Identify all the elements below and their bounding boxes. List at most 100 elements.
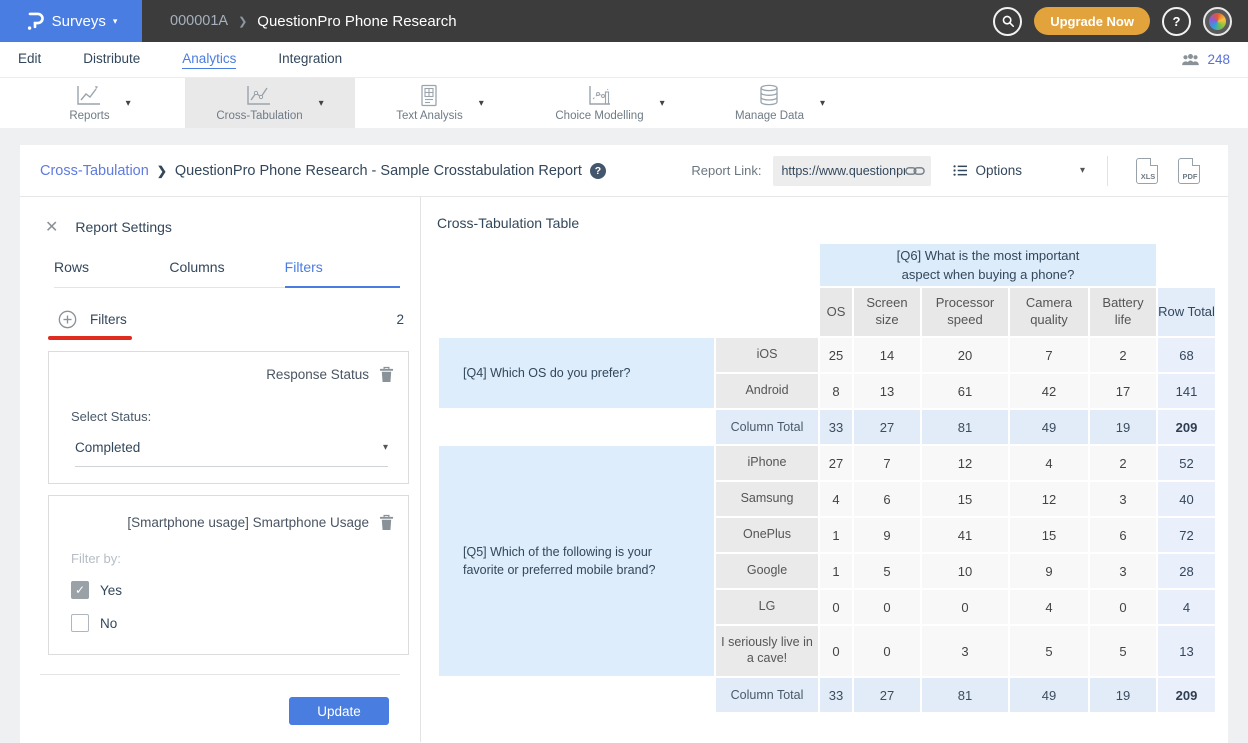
export-pdf-button[interactable]: PDF xyxy=(1178,158,1200,184)
column-header-cell: Processor speed xyxy=(922,288,1008,336)
column-header-cell: Battery life xyxy=(1090,288,1156,336)
line-chart-icon xyxy=(74,84,104,108)
chevron-down-icon: ▾ xyxy=(479,98,484,109)
column-total-cell: 49 xyxy=(1010,410,1088,444)
data-cell: 15 xyxy=(1010,518,1088,552)
data-cell: 6 xyxy=(854,482,920,516)
data-cell: 0 xyxy=(820,626,852,676)
tool-text-analysis[interactable]: Text Analysis ▾ xyxy=(355,78,525,128)
crosstab-title: Cross-Tabulation Table xyxy=(437,215,1228,231)
add-circle-icon[interactable] xyxy=(58,310,77,329)
breadcrumb-crosstab-link[interactable]: Cross-Tabulation xyxy=(40,163,149,179)
data-cell: 0 xyxy=(922,590,1008,624)
report-header: Cross-Tabulation ❯ QuestionPro Phone Res… xyxy=(20,145,1228,197)
tab-rows[interactable]: Rows xyxy=(54,259,169,287)
data-cell: 4 xyxy=(1010,446,1088,480)
grand-total-cell: 209 xyxy=(1158,410,1215,444)
help-button[interactable]: ? xyxy=(1162,7,1191,36)
divider xyxy=(1107,156,1108,186)
panel-title: Report Settings xyxy=(75,219,172,235)
tab-columns[interactable]: Columns xyxy=(169,259,284,287)
empty-cell xyxy=(439,678,714,712)
surveys-menu[interactable]: Surveys ▾ xyxy=(0,0,142,42)
pdf-icon: PDF xyxy=(1179,172,1201,181)
page: Surveys ▾ 000001A ❯ QuestionPro Phone Re… xyxy=(0,0,1248,743)
trash-icon[interactable] xyxy=(379,366,394,383)
data-cell: 0 xyxy=(820,590,852,624)
status-dropdown[interactable]: Completed ▾ xyxy=(75,440,388,467)
options-menu[interactable]: Options ▾ xyxy=(953,163,1085,178)
search-button[interactable] xyxy=(993,7,1022,36)
account-avatar[interactable] xyxy=(1203,7,1232,36)
survey-id: 000001A xyxy=(170,13,228,29)
surveys-label: Surveys xyxy=(52,13,106,30)
data-cell: 0 xyxy=(1090,590,1156,624)
column-total-cell: 27 xyxy=(854,678,920,712)
nav-item-edit[interactable]: Edit xyxy=(18,51,41,68)
nav-item-distribute[interactable]: Distribute xyxy=(83,51,140,68)
section-nav: Edit Distribute Analytics Integration 24… xyxy=(0,42,1248,78)
nav-item-analytics[interactable]: Analytics xyxy=(182,51,236,69)
row-total-header-cell: Row Total xyxy=(1158,288,1215,336)
upgrade-now-button[interactable]: Upgrade Now xyxy=(1034,7,1150,35)
trash-icon[interactable] xyxy=(379,514,394,531)
checkbox-label: Yes xyxy=(100,583,122,598)
filter-title: [Smartphone usage] Smartphone Usage xyxy=(127,515,369,530)
tool-label: Choice Modelling xyxy=(555,110,643,122)
data-cell: 9 xyxy=(854,518,920,552)
column-total-cell: 27 xyxy=(854,410,920,444)
content-card: Cross-Tabulation ❯ QuestionPro Phone Res… xyxy=(20,145,1228,743)
tool-manage-data[interactable]: Manage Data ▾ xyxy=(695,78,865,128)
tool-choice-modelling[interactable]: Choice Modelling ▾ xyxy=(525,78,695,128)
respondent-count-group[interactable]: 248 xyxy=(1181,52,1230,67)
close-icon[interactable]: ✕ xyxy=(45,217,58,237)
options-label: Options xyxy=(975,163,1022,178)
choice-modelling-icon xyxy=(585,84,613,108)
add-filters-label[interactable]: Filters xyxy=(90,312,127,327)
column-question-cell: [Q6] What is the most important aspect w… xyxy=(820,244,1156,286)
data-cell: 8 xyxy=(820,374,852,408)
report-actions: Report Link: https://www.questionpro.com… xyxy=(691,156,1210,186)
column-total-cell: 81 xyxy=(922,410,1008,444)
checkbox-unchecked-icon[interactable] xyxy=(71,614,89,632)
row-header-cell: Google xyxy=(716,554,818,588)
checkbox-checked-icon[interactable]: ✓ xyxy=(71,581,89,599)
data-cell: 6 xyxy=(1090,518,1156,552)
topbar-breadcrumb: 000001A ❯ QuestionPro Phone Research xyxy=(170,13,993,30)
checkbox-row-yes[interactable]: ✓ Yes xyxy=(71,581,394,599)
row-total-cell: 52 xyxy=(1158,446,1215,480)
tool-reports[interactable]: Reports ▾ xyxy=(15,78,185,128)
column-header-cell: Camera quality xyxy=(1010,288,1088,336)
people-icon xyxy=(1181,53,1200,66)
crosstab-body: [Q6] What is the most important aspect w… xyxy=(439,244,1215,712)
export-xls-button[interactable]: XLS xyxy=(1136,158,1158,184)
crosstab-chart-icon xyxy=(244,84,274,108)
report-help-icon[interactable]: ? xyxy=(590,163,606,179)
tool-label: Cross-Tabulation xyxy=(216,110,302,122)
column-total-cell: 33 xyxy=(820,410,852,444)
grand-total-cell: 209 xyxy=(1158,678,1215,712)
data-cell: 25 xyxy=(820,338,852,372)
column-total-cell: 33 xyxy=(820,678,852,712)
analytics-toolbar: Reports ▾ Cross-Tabulation ▾ Text Analys… xyxy=(0,78,1248,128)
report-link-field[interactable]: https://www.questionpro.com/sr/y0ujfi xyxy=(773,156,931,186)
table-row: Column Total3327814919209 xyxy=(439,410,1215,444)
column-header-cell: Screen size xyxy=(854,288,920,336)
column-total-cell: 81 xyxy=(922,678,1008,712)
report-title: QuestionPro Phone Research - Sample Cros… xyxy=(175,163,582,179)
tab-filters[interactable]: Filters xyxy=(285,259,400,288)
spacer xyxy=(0,128,1248,145)
filter-by-label: Filter by: xyxy=(71,551,394,566)
xls-icon: XLS xyxy=(1137,172,1159,181)
data-cell: 7 xyxy=(854,446,920,480)
data-cell: 10 xyxy=(922,554,1008,588)
data-cell: 7 xyxy=(1010,338,1088,372)
nav-item-integration[interactable]: Integration xyxy=(278,51,342,68)
data-cell: 3 xyxy=(922,626,1008,676)
checkbox-row-no[interactable]: No xyxy=(71,614,394,632)
row-total-cell: 68 xyxy=(1158,338,1215,372)
tool-cross-tabulation[interactable]: Cross-Tabulation ▾ xyxy=(185,78,355,128)
update-button[interactable]: Update xyxy=(289,697,389,725)
search-icon xyxy=(1001,14,1015,28)
data-cell: 42 xyxy=(1010,374,1088,408)
